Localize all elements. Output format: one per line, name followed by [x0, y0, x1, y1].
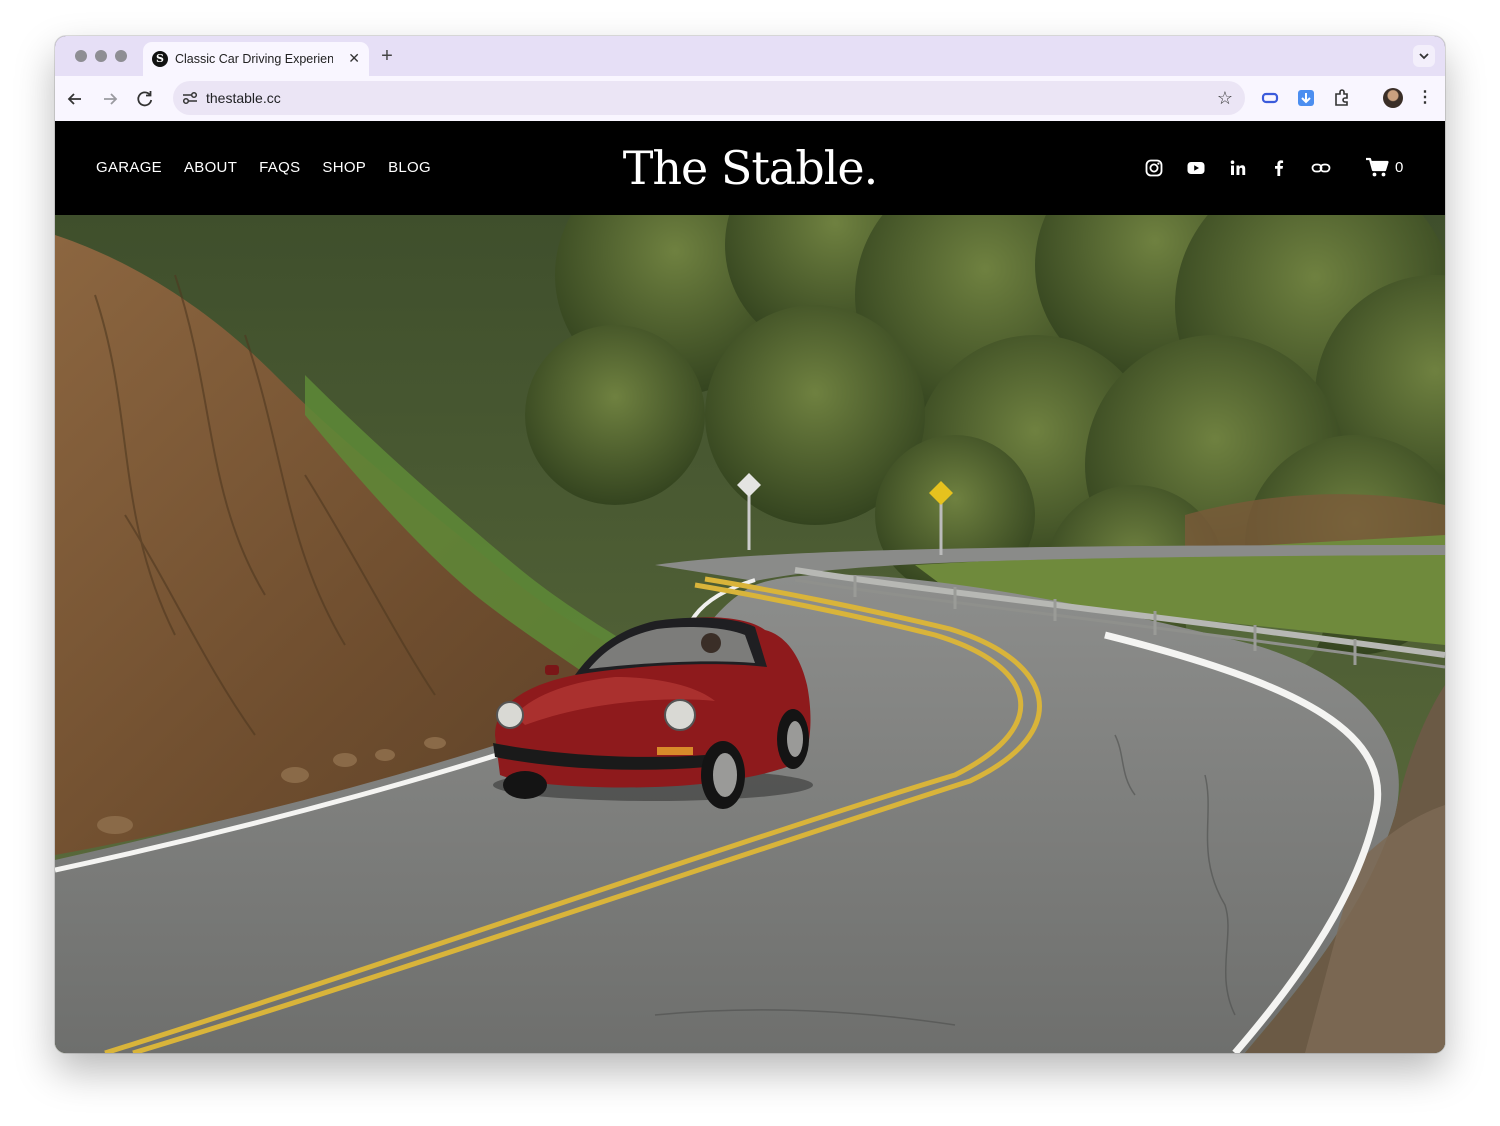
- hero-image: [55, 215, 1445, 1053]
- download-icon[interactable]: [1295, 87, 1317, 109]
- extension-icon[interactable]: [1259, 87, 1281, 109]
- tab-strip: S Classic Car Driving Experienc ✕ +: [55, 36, 1445, 76]
- more-menu-icon[interactable]: ⋮: [1415, 87, 1435, 109]
- browser-window: S Classic Car Driving Experienc ✕ + thes…: [55, 36, 1445, 1053]
- instagram-icon[interactable]: [1144, 158, 1164, 178]
- link-icon[interactable]: [1311, 158, 1331, 178]
- zoom-window-button[interactable]: [115, 50, 127, 62]
- hero-photo-canyon-road: [55, 215, 1445, 1053]
- puzzle-icon[interactable]: [1331, 87, 1353, 109]
- site-favicon-icon: S: [152, 51, 168, 67]
- new-tab-button[interactable]: +: [377, 44, 397, 68]
- cart-count[interactable]: 0: [1395, 159, 1403, 177]
- tab-title: Classic Car Driving Experienc: [175, 52, 333, 66]
- tab-search-chevron-icon[interactable]: [1413, 45, 1435, 67]
- reload-icon[interactable]: [133, 87, 157, 111]
- star-icon[interactable]: ☆: [1217, 87, 1233, 109]
- browser-toolbar: thestable.cc ☆ ⋮: [55, 76, 1445, 121]
- address-bar[interactable]: thestable.cc ☆: [173, 81, 1245, 115]
- avatar[interactable]: [1383, 88, 1403, 108]
- close-window-button[interactable]: [75, 50, 87, 62]
- forward-icon[interactable]: [98, 87, 122, 111]
- youtube-icon[interactable]: [1186, 158, 1206, 178]
- back-icon[interactable]: [63, 87, 87, 111]
- minimize-window-button[interactable]: [95, 50, 107, 62]
- facebook-icon[interactable]: [1269, 158, 1289, 178]
- site-info-icon[interactable]: [182, 90, 198, 106]
- tab-close-icon[interactable]: ✕: [348, 50, 360, 66]
- cart-icon[interactable]: [1365, 156, 1389, 178]
- url-text[interactable]: thestable.cc: [206, 90, 281, 106]
- tab-active[interactable]: S Classic Car Driving Experienc ✕: [143, 42, 369, 76]
- linkedin-icon[interactable]: [1228, 158, 1248, 178]
- site-header: GARAGE ABOUT FAQS SHOP BLOG The Stable.: [55, 121, 1445, 215]
